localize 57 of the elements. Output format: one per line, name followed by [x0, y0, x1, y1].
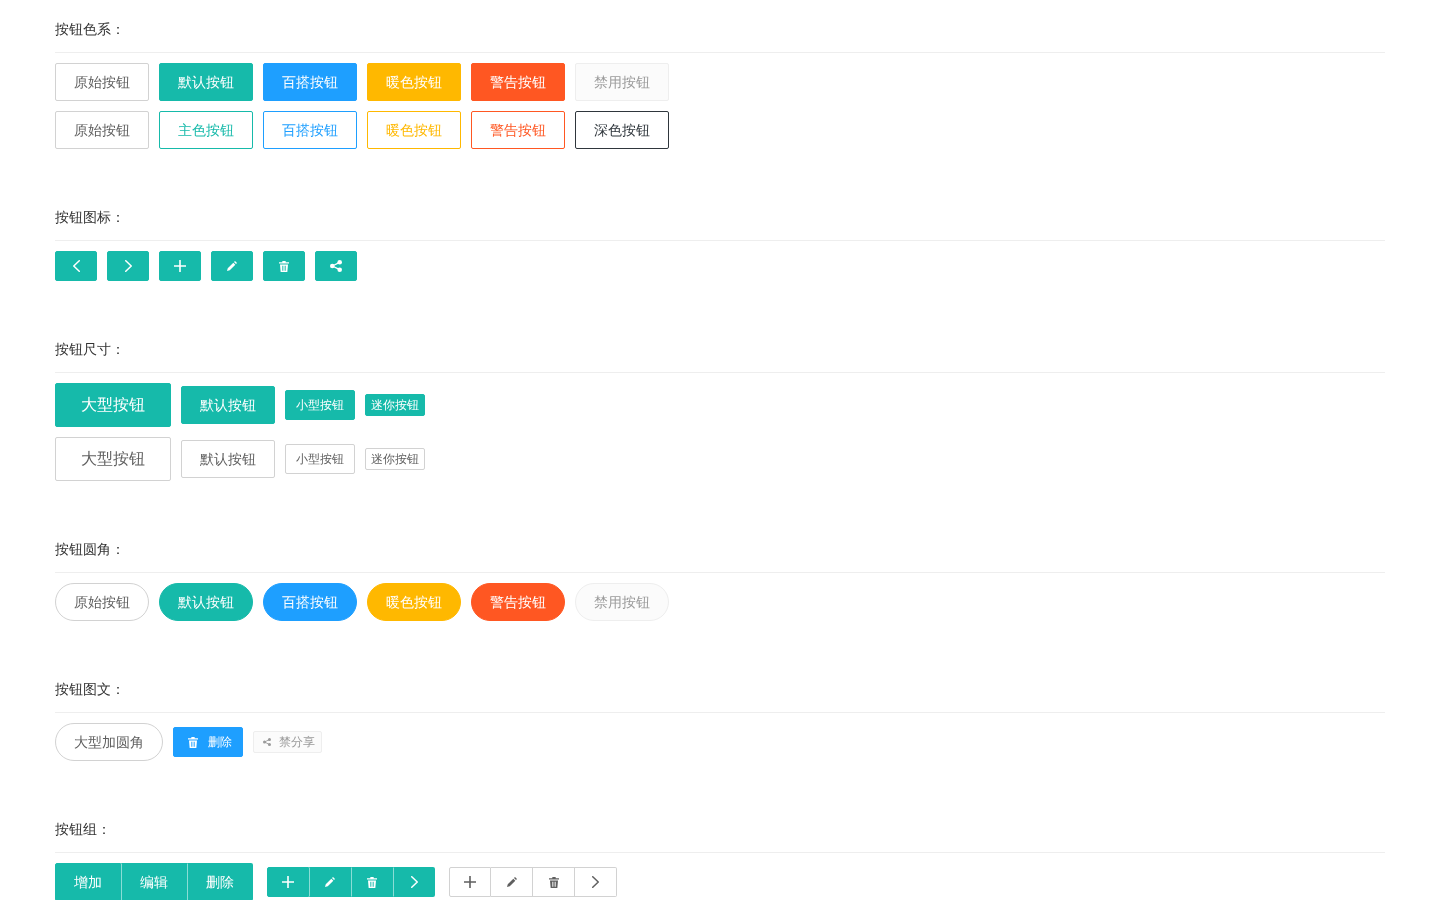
section-title: 按钮图文：	[55, 681, 125, 697]
trash-icon	[279, 260, 289, 272]
solid-button[interactable]: 编辑	[121, 863, 187, 900]
outline-button[interactable]: 原始按钮	[55, 63, 149, 101]
section-title: 按钮组：	[55, 821, 111, 837]
solid-button[interactable]: 暖色按钮	[367, 583, 461, 621]
section-title: 按钮圆角：	[55, 541, 125, 557]
solid-button[interactable]: 小型按钮	[285, 390, 355, 420]
solid-button[interactable]: 默认按钮	[159, 583, 253, 621]
icon-button[interactable]	[449, 867, 491, 897]
outline-button[interactable]: 警告按钮	[471, 111, 565, 149]
solid-button[interactable]: 增加	[55, 863, 121, 900]
outline-button[interactable]: 深色按钮	[575, 111, 669, 149]
icon-button[interactable]	[533, 867, 575, 897]
section-title: 按钮色系：	[55, 21, 125, 37]
solid-button[interactable]: 百搭按钮	[263, 583, 357, 621]
solid-button[interactable]: 百搭按钮	[263, 63, 357, 101]
plus-icon	[464, 876, 476, 888]
solid-button[interactable]: 迷你按钮	[365, 394, 425, 416]
icon-button[interactable]	[315, 251, 357, 281]
solid-button[interactable]: 大型按钮	[55, 383, 171, 427]
outline-button[interactable]: 大型加圆角	[55, 723, 163, 761]
outline-button[interactable]: 暖色按钮	[367, 111, 461, 149]
icon-button[interactable]	[263, 251, 305, 281]
pencil-icon	[325, 877, 335, 887]
solid-button[interactable]: 警告按钮	[471, 63, 565, 101]
outline-button[interactable]: 百搭按钮	[263, 111, 357, 149]
pencil-icon	[227, 261, 237, 271]
chevron-right-icon	[124, 260, 132, 272]
chevron-left-icon	[72, 260, 80, 272]
outline-button[interactable]: 主色按钮	[159, 111, 253, 149]
outline-button[interactable]: 默认按钮	[181, 440, 275, 478]
section-title: 按钮尺寸：	[55, 341, 125, 357]
share-icon	[263, 738, 271, 746]
solid-button[interactable]: 暖色按钮	[367, 63, 461, 101]
solid-button[interactable]: 删除	[173, 727, 243, 757]
chevron-right-icon	[410, 876, 418, 888]
trash-icon	[367, 876, 377, 888]
plus-icon	[282, 876, 294, 888]
pencil-icon	[506, 877, 517, 887]
icon-button[interactable]	[351, 867, 393, 897]
share-icon	[330, 260, 342, 272]
icon-button[interactable]	[491, 867, 533, 897]
solid-button[interactable]: 警告按钮	[471, 583, 565, 621]
chevron-right-icon	[592, 876, 599, 888]
outline-button[interactable]: 小型按钮	[285, 444, 355, 474]
trash-icon	[548, 876, 559, 888]
outline-button[interactable]: 原始按钮	[55, 111, 149, 149]
section-title: 按钮图标：	[55, 209, 125, 225]
solid-button[interactable]: 删除	[187, 863, 253, 900]
solid-button[interactable]: 默认按钮	[181, 386, 275, 424]
plus-icon	[174, 260, 186, 272]
outline-button[interactable]: 大型按钮	[55, 437, 171, 481]
outline-button[interactable]: 迷你按钮	[365, 448, 425, 470]
trash-icon	[188, 736, 198, 748]
outline-button[interactable]: 原始按钮	[55, 583, 149, 621]
solid-button[interactable]: 默认按钮	[159, 63, 253, 101]
